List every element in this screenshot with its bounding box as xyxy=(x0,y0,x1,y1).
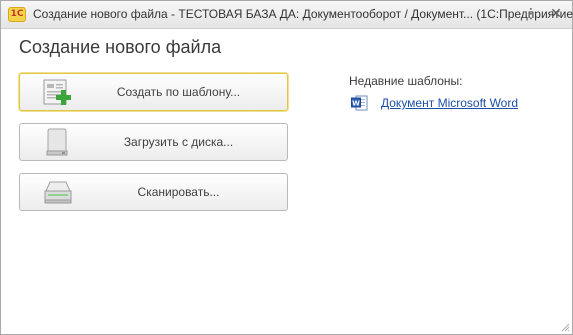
scanner-icon xyxy=(44,181,72,204)
word-document-icon: W xyxy=(351,95,368,111)
dialog-window: 1С Создание нового файла - ТЕСТОВАЯ БАЗА… xyxy=(0,0,573,335)
recent-template-link[interactable]: Документ Microsoft Word xyxy=(381,96,518,110)
scan-label: Сканировать... xyxy=(137,185,220,199)
window-menu-icon[interactable]: ⋮ xyxy=(522,5,540,23)
create-from-template-label: Создать по шаблону... xyxy=(116,85,241,99)
load-from-disk-label: Загрузить с диска... xyxy=(123,135,234,149)
recent-templates-label: Недавние шаблоны: xyxy=(349,74,463,88)
svg-text:W: W xyxy=(352,100,360,108)
window-title: Создание нового файла - ТЕСТОВАЯ БАЗА ДА… xyxy=(33,7,573,21)
scan-button[interactable]: Сканировать... xyxy=(19,173,288,211)
close-icon[interactable]: ✕ xyxy=(547,5,565,23)
template-add-icon xyxy=(43,79,71,105)
page-title: Создание нового файла xyxy=(19,37,222,57)
resize-grip-icon[interactable] xyxy=(560,322,570,332)
disk-drive-icon xyxy=(46,128,68,156)
title-bar[interactable]: 1С Создание нового файла - ТЕСТОВАЯ БАЗА… xyxy=(1,1,573,29)
create-from-template-button[interactable]: Создать по шаблону... xyxy=(19,73,288,111)
load-from-disk-button[interactable]: Загрузить с диска... xyxy=(19,123,288,161)
app-logo-icon: 1С xyxy=(8,7,26,22)
